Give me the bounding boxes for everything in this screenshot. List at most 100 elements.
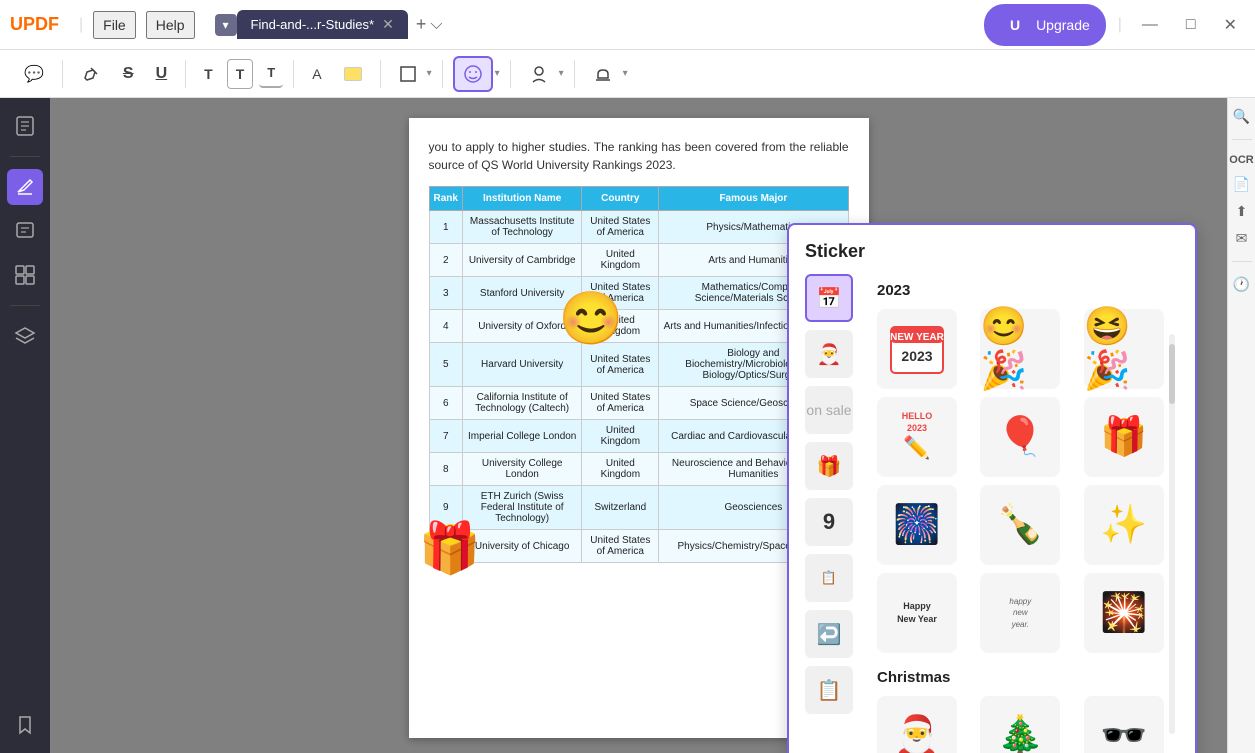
text-style-tool[interactable]: T	[259, 59, 283, 88]
sticker-santa1[interactable]: 🎅	[877, 696, 957, 753]
sticker-panel-title: Sticker	[805, 241, 1179, 262]
cell-r0-c1: Massachusetts Institute of Technology	[462, 211, 581, 244]
text-comment-tool[interactable]: T	[196, 60, 221, 88]
underline-tool[interactable]: U	[148, 59, 176, 89]
sticker-scroll-thumb[interactable]	[1169, 344, 1175, 404]
active-tab[interactable]: Find-and-...r-Studies* ✕	[237, 10, 408, 39]
sticker-thumb-2[interactable]: on sale	[805, 386, 853, 434]
sticker-dropdown-arrow[interactable]: ▾	[495, 68, 500, 79]
sticker-thumb-1[interactable]: 🎅	[805, 330, 853, 378]
cell-r7-c2: United Kingdom	[582, 453, 659, 486]
sticker-sparkles-burst[interactable]: 🎇	[1084, 573, 1164, 653]
sticker-fireworks-green[interactable]: ✨	[1084, 485, 1164, 565]
table-row: 3Stanford UniversityUnited States of Ame…	[429, 277, 848, 310]
sep7	[574, 60, 575, 88]
sidebar-icon-edit[interactable]	[7, 169, 43, 205]
cell-r4-c2: United States of America	[582, 343, 659, 387]
sticker-thumbs: 📅 🎅 on sale 🎁 9 📋 ↩️ 📋	[805, 274, 865, 753]
sidebar-icon-pages[interactable]	[7, 108, 43, 144]
user-avatar: U	[1000, 10, 1030, 40]
sidebar-icon-bookmark[interactable]	[7, 707, 43, 743]
comment-tool[interactable]: 💬	[16, 58, 52, 90]
right-history-icon[interactable]: 🕐	[1233, 276, 1250, 293]
stamp-dropdown-arrow[interactable]: ▾	[623, 68, 628, 79]
textbox-tool[interactable]: T	[227, 59, 254, 89]
right-doc-icon[interactable]: 📄	[1233, 176, 1250, 193]
emoji-sticker-face[interactable]: 😊	[559, 288, 624, 349]
menu-help[interactable]: Help	[146, 11, 195, 39]
font-color-tool[interactable]: A	[304, 60, 329, 88]
sticker-glasses[interactable]: 🕶️	[1084, 696, 1164, 753]
sticker-santa2[interactable]: 🎄	[980, 696, 1060, 753]
minimize-btn[interactable]: —	[1134, 12, 1166, 38]
shape-dropdown-arrow[interactable]: ▾	[427, 68, 432, 79]
sticker-tool[interactable]	[453, 56, 493, 92]
sticker-balloon[interactable]: 🎈	[980, 397, 1060, 477]
sticker-thumb-5[interactable]: 📋	[805, 554, 853, 602]
right-upload-icon[interactable]: ⬆	[1236, 203, 1248, 220]
main-area: 😊 🎁 you to apply to higher studies. The …	[0, 98, 1255, 753]
strikethrough-tool[interactable]: S	[115, 59, 142, 89]
signature-dropdown-arrow[interactable]: ▾	[559, 68, 564, 79]
sidebar-icon-annotate[interactable]	[7, 213, 43, 249]
stamp-tool[interactable]	[585, 58, 621, 90]
sticker-thumb-7[interactable]: 📋	[805, 666, 853, 714]
sticker-gift[interactable]: 🎁	[1084, 397, 1164, 477]
cell-r6-c0: 7	[429, 420, 462, 453]
sticker-thumb-3[interactable]: 🎁	[805, 442, 853, 490]
close-btn[interactable]: ✕	[1216, 11, 1245, 39]
add-tab-btn[interactable]: +	[416, 14, 427, 35]
sticker-thumb-0[interactable]: 📅	[805, 274, 853, 322]
sticker-happy-new-year-banner[interactable]: HappyNew Year	[877, 573, 957, 653]
table-row: 5Harvard UniversityUnited States of Amer…	[429, 343, 848, 387]
cell-r4-c0: 5	[429, 343, 462, 387]
cell-r6-c1: Imperial College London	[462, 420, 581, 453]
menu-file[interactable]: File	[93, 11, 136, 39]
cell-r0-c2: United States of America	[582, 211, 659, 244]
cell-r8-c2: Switzerland	[582, 486, 659, 530]
svg-text:2023: 2023	[901, 348, 932, 364]
tab-title: Find-and-...r-Studies*	[251, 17, 375, 32]
sticker-hello-2023[interactable]: HELLO2023✏️	[877, 397, 957, 477]
cell-r9-c2: United States of America	[582, 530, 659, 563]
sticker-thumb-4[interactable]: 9	[805, 498, 853, 546]
sticker-sparkles-pink[interactable]: 🎆	[877, 485, 957, 565]
upgrade-button[interactable]: U Upgrade	[984, 4, 1106, 46]
sidebar-icon-layers[interactable]	[7, 318, 43, 354]
cell-r4-c1: Harvard University	[462, 343, 581, 387]
sidebar-div1	[10, 156, 40, 157]
col-institution: Institution Name	[462, 187, 581, 211]
cell-r1-c1: University of Cambridge	[462, 244, 581, 277]
sticker-scrollbar[interactable]	[1169, 334, 1175, 734]
tab-close-btn[interactable]: ✕	[382, 16, 394, 33]
sticker-party-face[interactable]: 😊🎉	[980, 309, 1060, 389]
sticker-champagne[interactable]: 🍾	[980, 485, 1060, 565]
sep1	[62, 60, 63, 88]
right-search-icon[interactable]: 🔍	[1233, 108, 1250, 125]
title-bar: UPDF | File Help ▾ Find-and-...r-Studies…	[0, 0, 1255, 50]
cell-r7-c0: 8	[429, 453, 462, 486]
shape-tool-group: ▾	[391, 59, 432, 89]
table-row: 7Imperial College LondonUnited KingdomCa…	[429, 420, 848, 453]
section-2023-label: 2023	[877, 282, 1179, 299]
maximize-btn[interactable]: □	[1178, 12, 1204, 38]
highlight-tool[interactable]	[73, 58, 109, 90]
shape-tool[interactable]	[391, 59, 425, 89]
cell-r6-c2: United Kingdom	[582, 420, 659, 453]
gift-sticker[interactable]: 🎁	[419, 519, 481, 578]
toolbar: 💬 S U T T T A ▾ ▾ ▾ ▾	[0, 50, 1255, 98]
left-sidebar	[0, 98, 50, 753]
sidebar-icon-organize[interactable]	[7, 257, 43, 293]
table-row: 8University College LondonUnited Kingdom…	[429, 453, 848, 486]
tab-dropdown-btn[interactable]: ▾	[215, 14, 237, 36]
signature-tool[interactable]	[521, 58, 557, 90]
highlight-color-tool[interactable]	[336, 61, 370, 87]
stamp-tool-group: ▾	[585, 58, 628, 90]
sticker-thumb-6[interactable]: ↩️	[805, 610, 853, 658]
sticker-excited-face[interactable]: 😆🎉	[1084, 309, 1164, 389]
sticker-happy-new-year-cursive[interactable]: happynewyear.	[980, 573, 1060, 653]
tab-list-dropdown-btn[interactable]: ⌵	[430, 16, 442, 34]
sticker-calendar[interactable]: NEW YEAR 2023	[877, 309, 957, 389]
right-ocr-icon[interactable]: OCR	[1229, 154, 1253, 166]
right-mail-icon[interactable]: ✉	[1236, 230, 1248, 247]
